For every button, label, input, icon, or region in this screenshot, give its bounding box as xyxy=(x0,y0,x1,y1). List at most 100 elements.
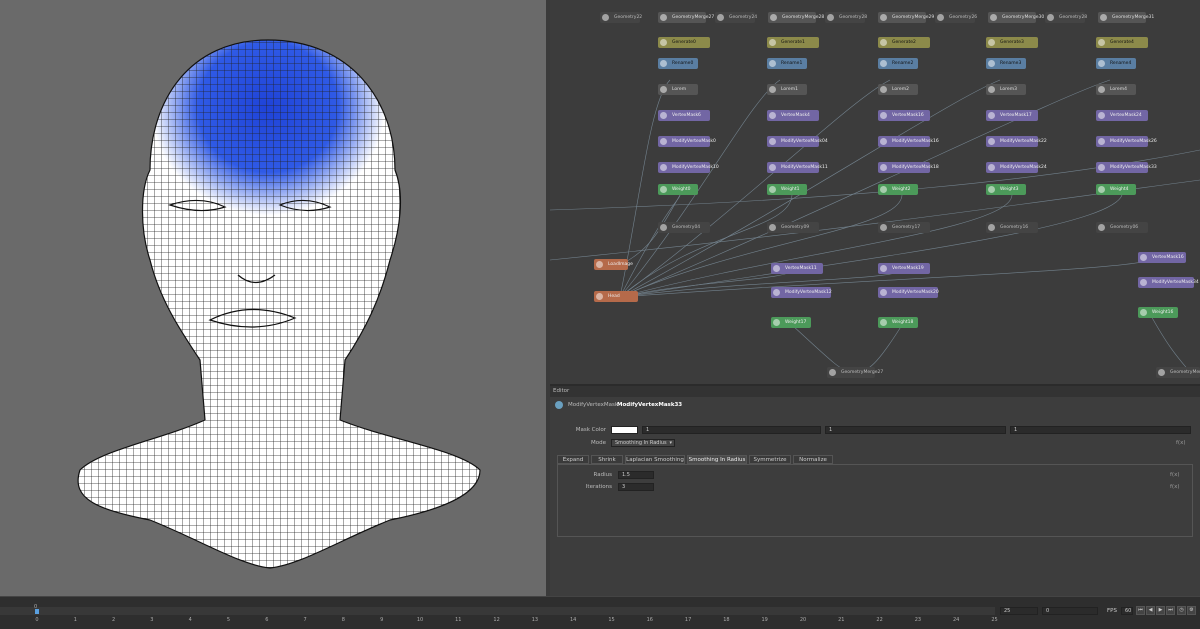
tab-smoothing-in-radius[interactable]: Smoothing In Radius xyxy=(687,455,747,464)
timeline-track[interactable] xyxy=(0,607,995,615)
graph-node[interactable]: GeometryMerge31 xyxy=(1098,12,1154,23)
graph-node[interactable]: ModifyVertexMask20 xyxy=(878,287,939,298)
graph-node[interactable]: GeometryMerge29 xyxy=(878,12,934,23)
jump-end-icon[interactable]: ⏭ xyxy=(1166,606,1175,615)
mask-color-b-field[interactable]: 1 xyxy=(1010,426,1191,434)
graph-node[interactable]: Weight4 xyxy=(1096,184,1136,195)
graph-node[interactable]: Generate1 xyxy=(767,37,819,48)
graph-node[interactable]: Weight1 xyxy=(767,184,807,195)
mode-select[interactable]: Smoothing In Radius ▾ xyxy=(611,439,675,447)
graph-node[interactable]: Weight2 xyxy=(878,184,918,195)
step-back-icon[interactable]: ◀ xyxy=(1146,606,1155,615)
current-frame-field[interactable]: 0 xyxy=(1042,607,1098,615)
graph-node[interactable]: Rename1 xyxy=(767,58,807,69)
graph-node[interactable]: VertexMask6 xyxy=(658,110,710,121)
graph-node[interactable]: Weight18 xyxy=(878,317,918,328)
graph-node[interactable]: GeometryMerge27 xyxy=(827,367,883,378)
graph-node[interactable]: VertexMask4 xyxy=(767,110,819,121)
graph-node[interactable]: GeometryMerge28 xyxy=(768,12,824,23)
mask-color-r-field[interactable]: 1 xyxy=(642,426,821,434)
graph-node[interactable]: Rename2 xyxy=(878,58,918,69)
graph-node[interactable]: Weight0 xyxy=(658,184,698,195)
graph-node[interactable]: VertexMask19 xyxy=(878,263,930,274)
graph-node[interactable]: ModifyVertexMask26 xyxy=(1096,136,1157,147)
graph-node[interactable]: ModifyVertexMask22 xyxy=(986,136,1047,147)
node-label: Rename1 xyxy=(781,61,803,66)
graph-node[interactable]: ModifyVertexMask34 xyxy=(1138,277,1199,288)
graph-node[interactable]: ModifyVertexMask18 xyxy=(878,162,939,173)
graph-node[interactable]: Lorem4 xyxy=(1096,84,1136,95)
graph-node[interactable]: VertexMask17 xyxy=(986,110,1038,121)
tab-normalize[interactable]: Normalize xyxy=(793,455,833,464)
graph-node[interactable]: Weight16 xyxy=(1138,307,1178,318)
graph-node[interactable]: ModifyVertexMask0 xyxy=(658,136,716,147)
graph-node[interactable]: VertexMask24 xyxy=(1096,110,1148,121)
radius-field[interactable]: 1.5 xyxy=(618,471,654,479)
graph-node[interactable]: ModifyVertexMask04 xyxy=(767,136,828,147)
mask-color-swatch[interactable] xyxy=(611,426,638,434)
tab-symmetrize[interactable]: Symmetrize xyxy=(749,455,791,464)
graph-node[interactable]: GeometryMerge32 xyxy=(1156,367,1200,378)
graph-node[interactable]: ModifyVertexMask16 xyxy=(878,136,939,147)
node-icon xyxy=(660,14,667,21)
graph-node[interactable]: Geometry06 xyxy=(1096,222,1148,233)
graph-node[interactable]: Generate4 xyxy=(1096,37,1148,48)
graph-node[interactable]: VertexMask11 xyxy=(771,263,823,274)
timeline-tick: 8 xyxy=(341,617,345,623)
graph-node[interactable]: GeometryMerge27 xyxy=(658,12,714,23)
graph-node[interactable]: Lorem2 xyxy=(878,84,918,95)
graph-node[interactable]: Rename4 xyxy=(1096,58,1136,69)
graph-node[interactable]: Geometry28 xyxy=(825,12,867,23)
graph-node[interactable]: Rename3 xyxy=(986,58,1026,69)
graph-node[interactable]: Weight17 xyxy=(771,317,811,328)
graph-node[interactable]: VertexMask16 xyxy=(878,110,930,121)
graph-node[interactable]: Geometry26 xyxy=(935,12,977,23)
node-graph[interactable]: Geometry22 GeometryMerge27 Geometry24 Geome… xyxy=(550,0,1200,384)
tab-laplacian-smoothing[interactable]: Laplacian Smoothing xyxy=(625,455,685,464)
graph-node[interactable]: ModifyVertexMask24 xyxy=(986,162,1047,173)
graph-node[interactable]: Generate2 xyxy=(878,37,930,48)
graph-node[interactable]: Geometry24 xyxy=(715,12,757,23)
graph-node[interactable]: Geometry17 xyxy=(878,222,930,233)
graph-node[interactable]: Geometry04 xyxy=(658,222,710,233)
fps-field[interactable]: 60 xyxy=(1121,607,1133,615)
graph-node[interactable]: Weight3 xyxy=(986,184,1026,195)
graph-node[interactable]: Geometry09 xyxy=(767,222,819,233)
fx-button-radius[interactable]: f(x) xyxy=(1170,472,1179,478)
node-label: Geometry16 xyxy=(1000,225,1029,230)
graph-node[interactable]: Generate0 xyxy=(658,37,710,48)
graph-node[interactable]: Geometry22 xyxy=(600,12,642,23)
fx-button-mode[interactable]: f(x) xyxy=(1176,440,1185,446)
graph-node[interactable]: Lorem1 xyxy=(767,84,807,95)
jump-start-icon[interactable]: ⏮ xyxy=(1136,606,1145,615)
graph-node[interactable]: Rename0 xyxy=(658,58,698,69)
graph-node[interactable]: Lorem xyxy=(658,84,698,95)
node-icon xyxy=(1098,224,1105,231)
node-label: ModifyVertexMask20 xyxy=(892,290,939,295)
graph-node[interactable]: Lorem3 xyxy=(986,84,1026,95)
mask-color-g-field[interactable]: 1 xyxy=(825,426,1006,434)
graph-node[interactable]: ModifyVertexMask11 xyxy=(767,162,828,173)
node-label: Weight16 xyxy=(1152,310,1174,315)
playhead[interactable] xyxy=(35,609,39,614)
graph-node[interactable]: Geometry16 xyxy=(986,222,1038,233)
play-icon[interactable]: ▶ xyxy=(1156,606,1165,615)
timeline-tick: 16 xyxy=(646,617,653,623)
iterations-field[interactable]: 3 xyxy=(618,483,654,491)
clock-icon[interactable]: ◷ xyxy=(1177,606,1186,615)
graph-node[interactable]: Generate3 xyxy=(986,37,1038,48)
graph-node[interactable]: ModifyVertexMask10 xyxy=(658,162,719,173)
graph-node[interactable]: GeometryMerge30 xyxy=(988,12,1044,23)
3d-viewport[interactable] xyxy=(0,0,546,596)
graph-node-head[interactable]: Head xyxy=(594,291,638,302)
graph-node-load-image[interactable]: LoadImage xyxy=(594,259,633,270)
end-frame-field[interactable]: 25 xyxy=(1000,607,1038,615)
graph-node[interactable]: ModifyVertexMask12 xyxy=(771,287,832,298)
fx-button-iterations[interactable]: f(x) xyxy=(1170,484,1179,490)
graph-node[interactable]: ModifyVertexMask33 xyxy=(1096,162,1157,173)
tab-shrink[interactable]: Shrink xyxy=(591,455,623,464)
graph-node[interactable]: VertexMask16 xyxy=(1138,252,1186,263)
graph-node[interactable]: Geometry28 xyxy=(1045,12,1087,23)
settings-icon[interactable]: ⚙ xyxy=(1187,606,1196,615)
tab-expand[interactable]: Expand xyxy=(557,455,589,464)
